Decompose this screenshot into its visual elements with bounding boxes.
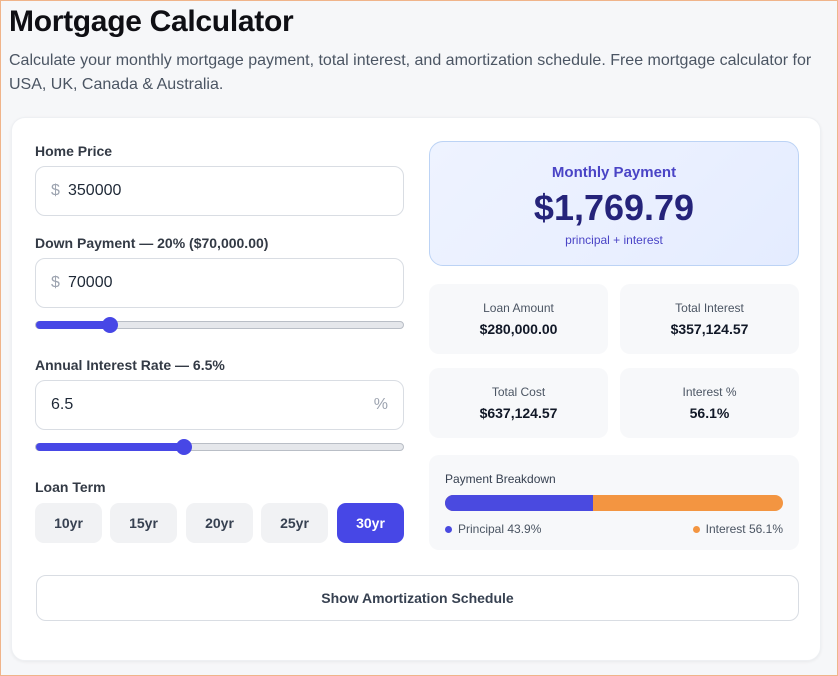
slider-thumb[interactable] (101, 317, 118, 333)
total-cost-stat: Total Cost $637,124.57 (429, 368, 608, 438)
dollar-prefix: $ (51, 274, 60, 291)
total-interest-label: Total Interest (675, 301, 744, 315)
total-cost-label: Total Cost (491, 385, 546, 399)
term-option-10yr[interactable]: 10yr (35, 503, 102, 543)
loan-term-label: Loan Term (35, 479, 106, 495)
down-payment-input[interactable]: $ 70000 (35, 258, 404, 308)
show-amortization-button[interactable]: Show Amortization Schedule (36, 575, 799, 621)
home-price-input[interactable]: $ 350000 (35, 166, 404, 216)
interest-pct-value: 56.1% (689, 405, 730, 421)
interest-legend-label: Interest 56.1% (705, 522, 783, 536)
interest-pct-stat: Interest % 56.1% (620, 368, 799, 438)
principal-legend-label: Principal 43.9% (458, 522, 542, 536)
monthly-payment-value: $1,769.79 (533, 187, 695, 228)
monthly-payment-panel: Monthly Payment $1,769.79 principal + in… (429, 141, 799, 266)
interest-pct-label: Interest % (682, 385, 737, 399)
term-option-30yr[interactable]: 30yr (337, 503, 404, 543)
total-cost-value: $637,124.57 (479, 405, 558, 421)
breakdown-bar (445, 495, 783, 511)
total-interest-stat: Total Interest $357,124.57 (620, 284, 799, 354)
interest-legend: Interest 56.1% (692, 522, 783, 536)
term-option-15yr[interactable]: 15yr (110, 503, 177, 543)
interest-rate-input[interactable]: 6.5 % (35, 380, 404, 430)
total-interest-value: $357,124.57 (670, 321, 749, 337)
calculator-card: Home Price $ 350000 Down Payment — 20% (… (11, 117, 821, 661)
home-price-label: Home Price (35, 143, 113, 159)
principal-dot-icon (445, 525, 452, 533)
down-payment-slider[interactable] (35, 317, 404, 333)
interest-rate-slider[interactable] (35, 439, 404, 455)
principal-bar-segment (445, 495, 594, 511)
principal-legend: Principal 43.9% (445, 522, 541, 536)
loan-amount-stat: Loan Amount $280,000.00 (429, 284, 608, 354)
loan-amount-value: $280,000.00 (479, 321, 558, 337)
term-option-25yr[interactable]: 25yr (261, 503, 328, 543)
breakdown-title: Payment Breakdown (445, 472, 556, 486)
monthly-payment-sub: principal + interest (565, 233, 663, 247)
home-price-value: 350000 (68, 182, 122, 199)
payment-breakdown: Payment Breakdown Principal 43.9% Intere… (429, 455, 799, 550)
down-payment-label: Down Payment — 20% ($70,000.00) (35, 235, 269, 251)
page-description: Calculate your monthly mortgage payment,… (9, 52, 812, 93)
interest-rate-label: Annual Interest Rate — 6.5% (35, 357, 225, 373)
slider-thumb[interactable] (175, 439, 192, 455)
slider-fill (36, 321, 110, 329)
slider-fill (36, 443, 184, 451)
monthly-payment-label: Monthly Payment (551, 164, 677, 181)
page-title: Mortgage Calculator (9, 5, 294, 38)
term-option-20yr[interactable]: 20yr (186, 503, 253, 543)
down-payment-value: 70000 (68, 274, 113, 291)
percent-suffix: % (373, 396, 388, 413)
dollar-prefix: $ (51, 182, 60, 199)
interest-dot-icon (692, 525, 700, 533)
loan-amount-label: Loan Amount (483, 301, 554, 315)
interest-rate-value: 6.5 (51, 396, 74, 413)
